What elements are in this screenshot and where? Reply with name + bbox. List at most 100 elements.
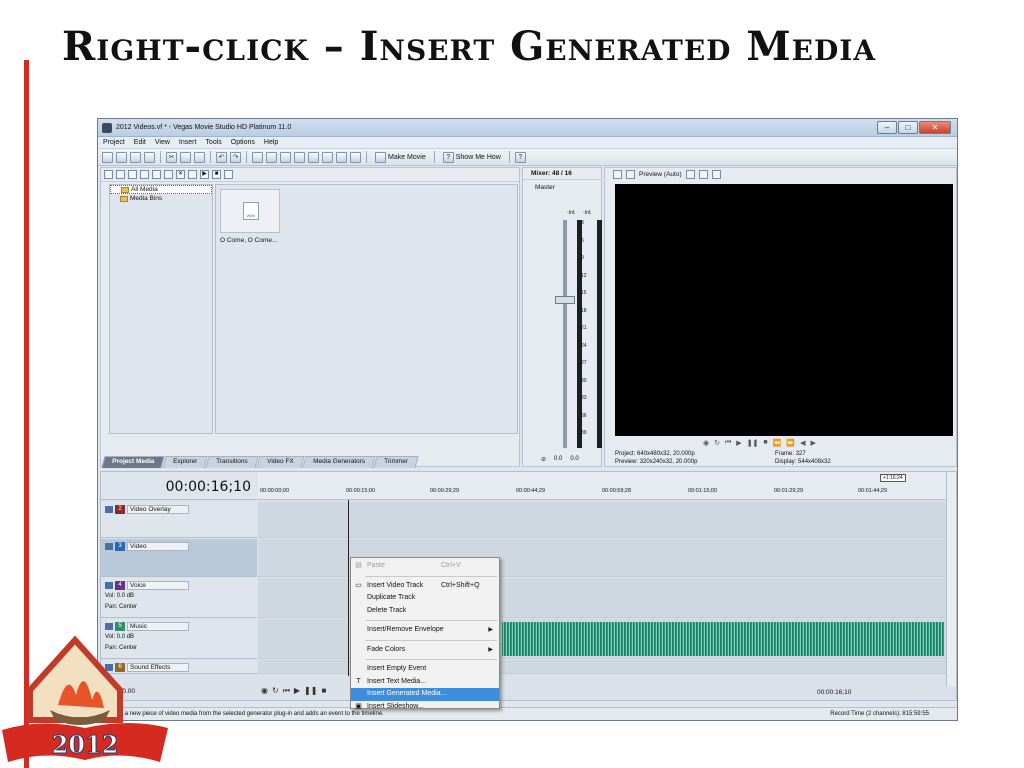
open-icon[interactable] [116,151,127,163]
stop-icon[interactable]: ■ [763,439,767,447]
properties-icon[interactable] [144,151,155,163]
envelope-tool-icon[interactable] [266,151,277,163]
track-volume[interactable]: Vol: 0.0 dB [105,593,134,599]
track-expand-icon[interactable] [105,543,113,550]
play-from-start-icon[interactable]: ⏮ [283,686,290,696]
timeline-ruler[interactable]: 00:00:00;00 00:00:15;00 00:00:29;29 00:0… [258,472,946,500]
mute-icon[interactable]: ⊘ [541,456,546,463]
menu-item-paste[interactable]: ▤ Paste Ctrl+V [351,560,499,573]
redo-icon[interactable]: ↷ [230,151,241,163]
snapping-icon[interactable] [322,151,333,163]
menu-item-insert-empty-event[interactable]: Insert Empty Event [351,663,499,676]
play-icon[interactable]: ▶ [736,439,741,447]
record-icon[interactable]: ◉ [261,686,268,696]
menu-item-delete-track[interactable]: Delete Track [351,605,499,618]
selection-tool-icon[interactable] [280,151,291,163]
new-icon[interactable] [102,151,113,163]
go-to-start-icon[interactable]: ⏪ [773,439,782,447]
tab-explorer[interactable]: Explorer [162,456,209,468]
capture-icon[interactable] [116,170,125,179]
play-from-start-icon[interactable]: ⏮ [725,439,731,447]
import-media-icon[interactable] [104,170,113,179]
burn-icon[interactable] [140,170,149,179]
pause-icon[interactable]: ❚❚ [304,686,317,696]
copy-icon[interactable] [180,151,191,163]
split-screen-icon[interactable] [685,169,695,179]
menu-item-insert-generated-media[interactable]: Insert Generated Media... [351,688,499,701]
maximize-button[interactable]: □ [898,121,918,134]
menu-project[interactable]: Project [103,139,125,146]
tab-media-generators[interactable]: Media Generators [302,456,376,468]
playhead-cursor[interactable] [348,500,349,676]
timeline-marker[interactable]: +1:16:24 [880,474,906,482]
audio-event-waveform[interactable] [502,622,944,656]
show-me-how-button[interactable]: ? Show Me How [440,151,504,163]
track-header-video[interactable]: 3 Video [101,539,257,577]
search-media-icon[interactable] [164,170,173,179]
loop-icon[interactable]: ↻ [714,439,720,447]
menu-item-insert-video-track[interactable]: ▭ Insert Video Track Ctrl+Shift+Q [351,580,499,593]
menu-edit[interactable]: Edit [134,139,146,146]
media-fx-icon[interactable] [152,170,161,179]
zoom-icon[interactable] [224,170,233,179]
track-name[interactable]: Video [127,542,189,551]
zoom-tool-icon[interactable] [294,151,305,163]
views-icon[interactable] [188,170,197,179]
menu-tools[interactable]: Tools [205,139,221,146]
menu-item-duplicate-track[interactable]: Duplicate Track [351,592,499,605]
stop-icon[interactable]: ■ [321,686,326,696]
preview-properties-icon[interactable] [613,169,622,179]
cut-icon[interactable]: ✂ [166,151,177,163]
play-icon[interactable]: ▶ [294,686,300,696]
autoripple-icon[interactable] [308,151,319,163]
track-lane-video-overlay[interactable] [258,502,946,538]
master-fader-knob[interactable] [555,296,575,304]
track-name[interactable]: Voice [127,581,189,590]
play-icon[interactable]: ▶ [200,170,209,179]
menu-view[interactable]: View [155,139,170,146]
close-button[interactable]: ✕ [919,121,951,134]
menu-item-insert-text-media[interactable]: T Insert Text Media... [351,676,499,689]
search-icon[interactable] [350,151,361,163]
next-frame-icon[interactable]: ▶ [810,439,815,447]
record-icon[interactable]: ◉ [703,439,709,447]
lock-icon[interactable] [336,151,347,163]
external-monitor-icon[interactable] [626,169,635,179]
menu-item-fade-colors[interactable]: Fade Colors ▶ [351,644,499,657]
track-expand-icon[interactable] [105,582,113,589]
get-photos-icon[interactable] [128,170,137,179]
track-header-video-overlay[interactable]: 2 Video Overlay [101,502,257,538]
tree-item-media-bins[interactable]: Media Bins [110,194,212,203]
timeline-vertical-scrollbar[interactable] [946,472,956,686]
media-file-tile[interactable]: WAV [220,189,280,233]
tree-item-all-media[interactable]: All Media [110,185,212,194]
normal-edit-tool-icon[interactable] [252,151,263,163]
menu-item-insert-remove-envelope[interactable]: Insert/Remove Envelope ▶ [351,624,499,637]
tab-trimmer[interactable]: Trimmer [373,456,419,468]
tab-transitions[interactable]: Transitions [205,456,259,468]
pause-icon[interactable]: ❚❚ [747,439,759,447]
go-to-end-icon[interactable]: ⏩ [786,439,795,447]
track-name[interactable]: Video Overlay [127,505,189,514]
minimize-button[interactable]: – [877,121,897,134]
remove-icon[interactable]: ✕ [176,170,185,179]
meter-scale-label: 24 [581,342,587,349]
loop-icon[interactable]: ↻ [272,686,279,696]
menu-options[interactable]: Options [231,139,255,146]
question-icon[interactable]: ? [514,151,526,163]
menu-help[interactable]: Help [264,139,278,146]
save-icon[interactable] [130,151,141,163]
prev-frame-icon[interactable]: ◀ [800,439,805,447]
snapshot-icon[interactable] [698,169,708,179]
paste-icon[interactable] [194,151,205,163]
make-movie-button[interactable]: Make Movie [372,151,429,163]
track-expand-icon[interactable] [105,506,113,513]
tab-video-fx[interactable]: Video FX [256,456,305,468]
stop-icon[interactable]: ■ [212,170,221,179]
menu-insert[interactable]: Insert [179,139,197,146]
undo-icon[interactable]: ↶ [216,151,227,163]
menu-item-insert-slideshow[interactable]: ▣ Insert Slideshow... [351,701,499,714]
preview-quality-dropdown[interactable]: Preview (Auto) [639,171,682,178]
tab-project-media[interactable]: Project Media [101,456,165,468]
save-snapshot-icon[interactable] [711,169,721,179]
